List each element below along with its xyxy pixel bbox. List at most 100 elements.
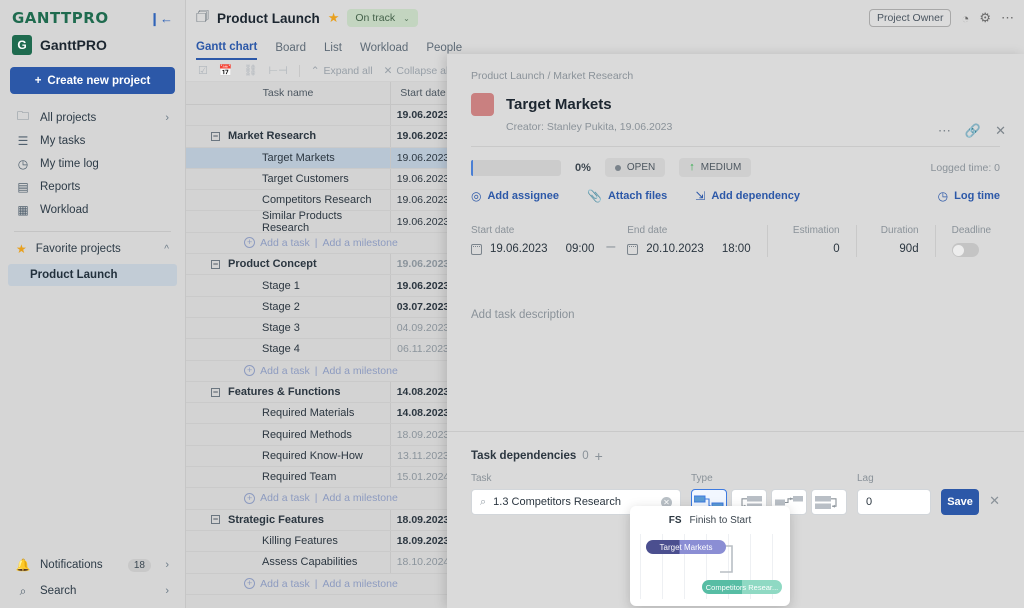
tab-board[interactable]: Board bbox=[275, 36, 306, 60]
favorite-projects-header[interactable]: ★ Favorite projects ^ bbox=[0, 238, 185, 260]
task-name-cell[interactable]: Competitors Research bbox=[186, 190, 391, 211]
task-name-cell[interactable]: Required Methods bbox=[186, 424, 391, 445]
add-milestone-label[interactable]: Add a milestone bbox=[323, 578, 398, 590]
sidebar-item-reports[interactable]: ▤ Reports bbox=[10, 175, 175, 198]
task-name-cell[interactable]: Stage 1 bbox=[186, 275, 391, 296]
create-new-project-button[interactable]: + Create new project bbox=[10, 67, 175, 94]
close-icon[interactable]: ✕ bbox=[989, 493, 1000, 509]
task-name-cell[interactable]: Similar Products Research bbox=[186, 210, 391, 234]
task-name-cell[interactable]: Required Know-How bbox=[186, 445, 391, 467]
add-task-cell[interactable]: + Add a task | Add a milestone bbox=[186, 574, 456, 594]
add-task-label[interactable]: Add a task bbox=[260, 365, 310, 377]
gear-icon[interactable]: ⚙ bbox=[979, 10, 991, 26]
sidebar-item-search[interactable]: ⌕ Search › bbox=[10, 578, 175, 604]
add-assignee-button[interactable]: ◎ Add assignee bbox=[471, 189, 559, 203]
task-name-cell[interactable]: Target Markets bbox=[186, 147, 391, 168]
task-dependencies-title: Task dependencies bbox=[471, 450, 577, 462]
more-horizontal-icon[interactable]: ⋯ bbox=[1001, 10, 1014, 26]
tab-workload[interactable]: Workload bbox=[360, 36, 408, 60]
collapse-toggle-icon[interactable]: − bbox=[211, 387, 220, 397]
add-dependency-button[interactable]: ⇲ Add dependency bbox=[695, 189, 800, 203]
task-name-cell[interactable]: Stage 3 bbox=[186, 317, 391, 339]
link-icon[interactable]: 🔗 bbox=[965, 124, 981, 137]
status-badge[interactable]: OPEN bbox=[604, 158, 666, 177]
start-date-field[interactable]: Start date 19.06.2023 09:00 bbox=[471, 225, 594, 255]
add-task-label[interactable]: Add a task bbox=[260, 492, 310, 504]
task-name-cell[interactable]: Required Team bbox=[186, 467, 391, 488]
collapse-all-button[interactable]: ✕ Collapse all bbox=[384, 65, 451, 77]
dependency-lag-input-wrap[interactable] bbox=[857, 489, 931, 515]
task-name-label: Required Team bbox=[262, 471, 337, 484]
task-name-cell[interactable]: − Strategic Features bbox=[186, 509, 391, 530]
add-task-label[interactable]: Add a task bbox=[260, 578, 310, 590]
add-task-cell[interactable]: + Add a task | Add a milestone bbox=[186, 361, 456, 381]
column-header-task-name[interactable]: Task name bbox=[186, 82, 391, 104]
task-name-cell[interactable]: − Product Concept bbox=[186, 254, 391, 275]
sidebar-item-my-tasks[interactable]: ☰ My tasks bbox=[10, 129, 175, 152]
sidebar-item-workload[interactable]: ▦ Workload bbox=[10, 198, 175, 221]
baseline-icon[interactable]: ⊢⊣ bbox=[269, 64, 288, 77]
task-name-cell[interactable]: Target Customers bbox=[186, 168, 391, 190]
star-icon[interactable]: ★ bbox=[328, 10, 340, 26]
add-milestone-label[interactable]: Add a milestone bbox=[323, 492, 398, 504]
add-dependency-icon[interactable]: + bbox=[595, 448, 603, 464]
plus-circle-icon: + bbox=[244, 237, 256, 249]
project-owner-badge[interactable]: Project Owner bbox=[868, 9, 952, 27]
calendar-icon[interactable]: 📅 bbox=[219, 64, 233, 77]
log-time-button[interactable]: ◷ Log time bbox=[938, 189, 1000, 203]
tab-list[interactable]: List bbox=[324, 36, 342, 60]
task-detail-panel: Product Launch / Market Research Target … bbox=[447, 54, 1024, 608]
add-task-cell[interactable]: + Add a task | Add a milestone bbox=[186, 233, 456, 253]
workspace-row[interactable]: G GanttPRO bbox=[0, 29, 185, 65]
task-color-swatch[interactable] bbox=[471, 93, 494, 116]
add-milestone-label[interactable]: Add a milestone bbox=[323, 365, 398, 377]
sidebar-item-product-launch[interactable]: Product Launch bbox=[8, 264, 177, 286]
sidebar-item-my-time-log[interactable]: ◷ My time log bbox=[10, 152, 175, 175]
expand-all-button[interactable]: ⌃ Expand all bbox=[311, 65, 373, 77]
attach-files-button[interactable]: 📎 Attach files bbox=[587, 189, 667, 203]
save-button[interactable]: Save bbox=[941, 489, 980, 515]
more-horizontal-icon[interactable]: ⋯ bbox=[938, 124, 951, 137]
task-name-label: Competitors Research bbox=[262, 194, 372, 207]
dependency-task-input[interactable] bbox=[493, 496, 644, 508]
link-tasks-icon[interactable]: ⛓ bbox=[244, 64, 258, 77]
end-date-field[interactable]: End date 20.10.2023 18:00 bbox=[627, 225, 751, 255]
task-name-cell[interactable]: Required Materials bbox=[186, 403, 391, 424]
tab-label: People bbox=[426, 42, 463, 54]
collapse-toggle-icon[interactable]: − bbox=[211, 259, 220, 269]
add-task-cell[interactable]: + Add a task | Add a milestone bbox=[186, 488, 456, 508]
task-name-cell[interactable]: − Features & Functions bbox=[186, 381, 391, 403]
task-description-placeholder[interactable]: Add task description bbox=[447, 257, 1024, 321]
tab-gantt-chart[interactable]: Gantt chart bbox=[196, 36, 258, 60]
field-divider bbox=[855, 225, 857, 257]
task-name-cell[interactable]: Killing Features bbox=[186, 530, 391, 552]
progress-bar[interactable] bbox=[471, 159, 561, 176]
sidebar-item-label: Reports bbox=[40, 180, 81, 193]
task-name-cell[interactable]: − Market Research bbox=[186, 126, 391, 147]
sidebar-item-notifications[interactable]: 🔔 Notifications 18 › bbox=[10, 552, 175, 578]
breadcrumb[interactable]: Product Launch / Market Research bbox=[471, 70, 1000, 82]
workspace-name: GanttPRO bbox=[40, 37, 107, 53]
deadline-toggle[interactable] bbox=[951, 243, 979, 257]
collapse-panel-icon[interactable]: ❙← bbox=[149, 12, 173, 25]
close-icon[interactable]: ✕ bbox=[995, 124, 1006, 137]
collapse-toggle-icon[interactable]: − bbox=[211, 515, 220, 525]
priority-badge[interactable]: ↑ MEDIUM bbox=[679, 158, 752, 177]
task-name-cell[interactable]: Assess Capabilities bbox=[186, 552, 391, 573]
dependency-type-sf-button[interactable] bbox=[811, 489, 847, 515]
add-milestone-label[interactable]: Add a milestone bbox=[323, 237, 398, 249]
history-icon[interactable]: ◔ bbox=[961, 11, 969, 26]
task-name-cell[interactable]: Stage 4 bbox=[186, 339, 391, 360]
dependency-icon: ⇲ bbox=[695, 189, 706, 203]
add-task-label[interactable]: Add a task bbox=[260, 237, 310, 249]
collapse-toggle-icon[interactable]: − bbox=[211, 131, 220, 141]
task-name-cell[interactable] bbox=[186, 105, 391, 126]
status-dot-icon bbox=[614, 164, 621, 171]
dependency-lag-input[interactable] bbox=[866, 496, 922, 508]
sidebar-item-all-projects[interactable]: 🗀 All projects › bbox=[10, 106, 175, 129]
project-status-dropdown[interactable]: On track ⌄ bbox=[347, 9, 418, 27]
estimation-field[interactable]: Estimation 0 bbox=[784, 225, 840, 255]
checkbox-icon[interactable]: ☑ bbox=[198, 64, 208, 77]
task-name-cell[interactable]: Stage 2 bbox=[186, 296, 391, 317]
duration-field[interactable]: Duration 90d bbox=[873, 225, 919, 255]
